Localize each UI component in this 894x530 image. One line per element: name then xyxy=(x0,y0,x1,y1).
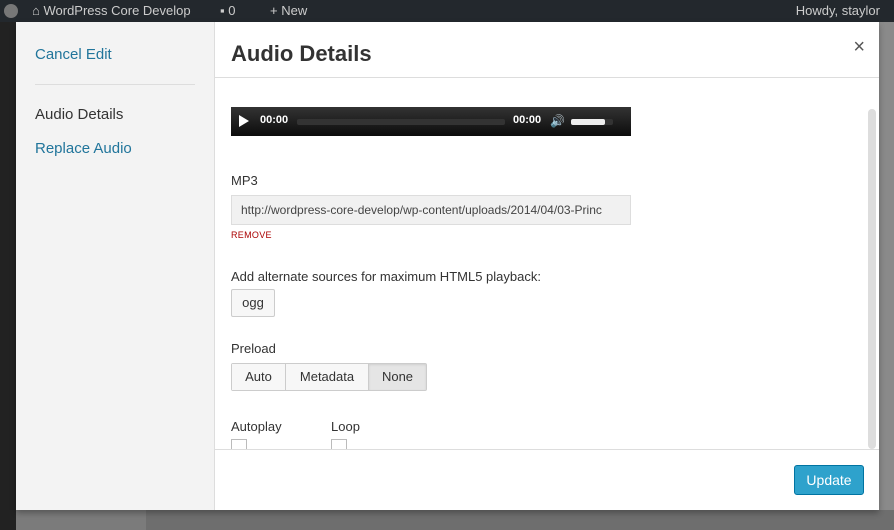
site-name: WordPress Core Develop xyxy=(43,3,191,18)
preload-options: Auto Metadata None xyxy=(231,363,427,391)
loop-checkbox[interactable] xyxy=(331,439,347,449)
account-link[interactable]: Howdy, staylor xyxy=(796,0,880,22)
site-name-link[interactable]: ⌂ WordPress Core Develop xyxy=(32,0,191,22)
modal-toolbar: Update xyxy=(215,449,879,510)
audio-details-modal: Cancel Edit Audio Details Replace Audio … xyxy=(16,22,879,510)
admin-bottom-area xyxy=(146,510,894,530)
comments-link[interactable]: ▪ 0 xyxy=(220,0,235,22)
source-label: MP3 xyxy=(231,173,258,188)
remove-source-link[interactable]: REMOVE xyxy=(231,230,272,240)
audio-player: 00:00 00:00 🔊 xyxy=(231,107,631,136)
volume-slider[interactable] xyxy=(571,119,613,125)
alternate-sources-label: Add alternate sources for maximum HTML5 … xyxy=(231,269,541,284)
preload-label: Preload xyxy=(231,341,276,356)
plus-icon: + xyxy=(270,3,278,18)
preload-none-button[interactable]: None xyxy=(369,364,426,390)
preload-auto-button[interactable]: Auto xyxy=(232,364,286,390)
preload-metadata-button[interactable]: Metadata xyxy=(286,364,369,390)
menu-item-audio-details[interactable]: Audio Details xyxy=(35,106,123,123)
content-scrollbar[interactable] xyxy=(868,109,876,449)
modal-title-bar: Audio Details × xyxy=(215,22,879,78)
modal-content: 00:00 00:00 🔊 MP3 REMOVE Add alternate s… xyxy=(215,79,879,449)
comment-icon: ▪ xyxy=(220,3,225,18)
close-icon[interactable]: × xyxy=(853,36,865,59)
menu-item-replace-audio[interactable]: Replace Audio xyxy=(35,140,132,157)
autoplay-label: Autoplay xyxy=(231,419,282,434)
add-ogg-button[interactable]: ogg xyxy=(231,289,275,317)
source-url-field[interactable] xyxy=(231,195,631,225)
modal-title: Audio Details xyxy=(231,41,372,66)
new-label: New xyxy=(281,3,308,18)
wordpress-logo-icon[interactable] xyxy=(4,0,22,22)
duration-time: 00:00 xyxy=(513,114,542,126)
admin-bar: ⌂ WordPress Core Develop ▪ 0 + New Howdy… xyxy=(0,0,894,22)
current-time: 00:00 xyxy=(260,114,289,126)
modal-menu: Cancel Edit Audio Details Replace Audio xyxy=(16,22,215,510)
cancel-edit-link[interactable]: Cancel Edit xyxy=(35,46,112,63)
progress-rail[interactable] xyxy=(297,119,505,125)
loop-label: Loop xyxy=(331,419,360,434)
admin-right-panel xyxy=(879,22,894,530)
update-button[interactable]: Update xyxy=(794,465,864,495)
autoplay-checkbox[interactable] xyxy=(231,439,247,449)
menu-separator xyxy=(35,84,195,85)
admin-sidebar-background xyxy=(0,22,16,530)
volume-icon[interactable]: 🔊 xyxy=(550,115,565,127)
comments-count: 0 xyxy=(228,3,236,18)
new-content-link[interactable]: + New xyxy=(270,0,307,22)
play-icon[interactable] xyxy=(239,115,249,127)
volume-fill xyxy=(571,119,605,125)
